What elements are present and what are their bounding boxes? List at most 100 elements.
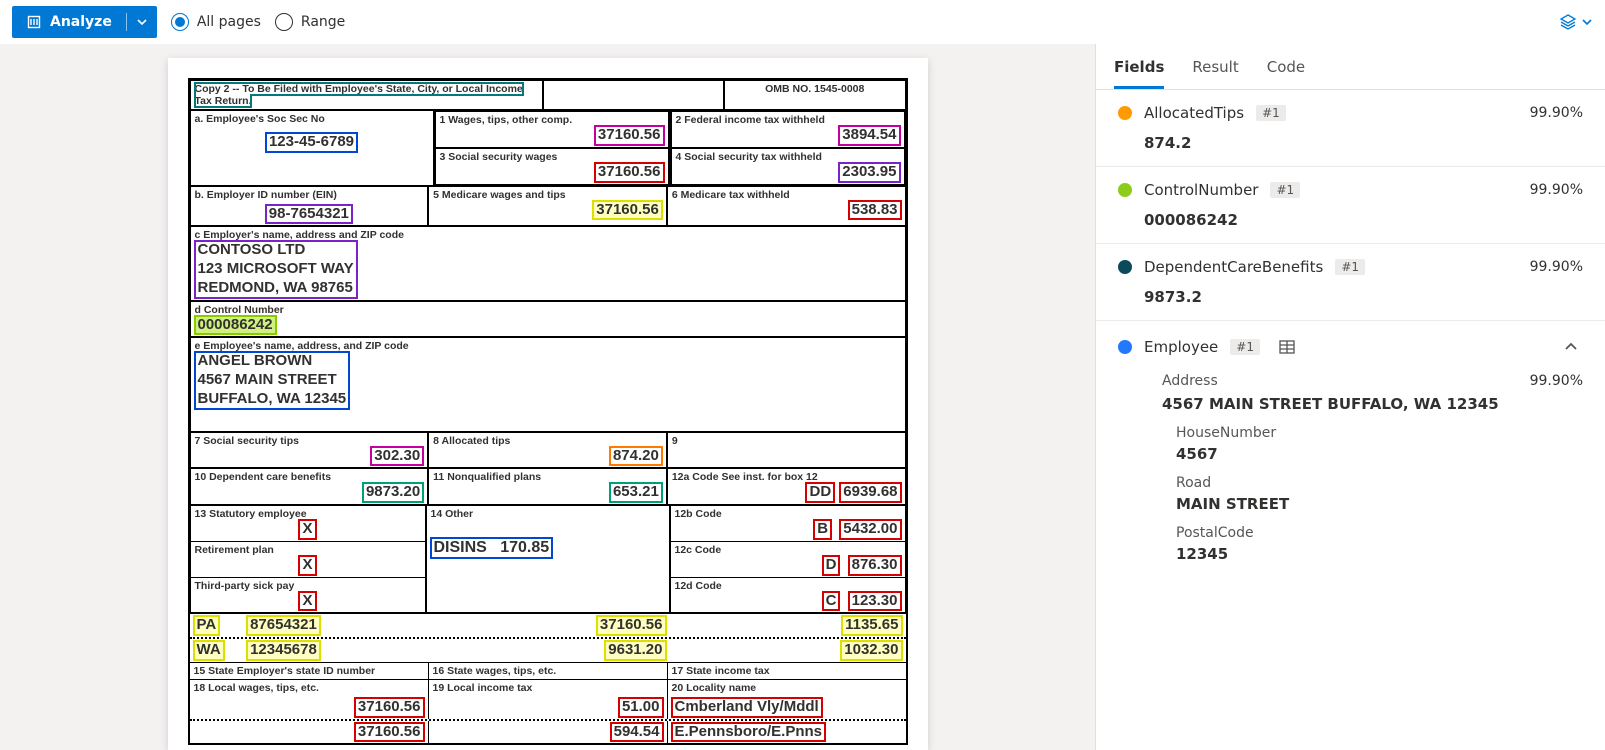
field-swatch [1118,106,1132,120]
box12b-value: 5432.00 [840,520,900,539]
subfield-address: Address 99.90% 4567 MAIN STREET BUFFALO,… [1162,373,1583,413]
layers-button[interactable] [1559,13,1593,31]
lbl15: 15 State Employer's state ID number [194,665,376,677]
radio-icon [171,13,189,31]
employee-label: e Employee's name, address, and ZIP code [195,340,901,352]
box1-value: 37160.56 [595,126,664,145]
field-controlnumber[interactable]: ControlNumber #1 99.90% 000086242 [1096,167,1605,244]
box12b-code: B [814,520,831,539]
employee-addr1: 4567 MAIN STREET [195,371,340,390]
field-name: Employee [1144,338,1218,356]
field-swatch [1118,183,1132,197]
employer-name: CONTOSO LTD [195,241,309,260]
state2-wages: 9631.20 [605,641,665,660]
field-employee[interactable]: Employee #1 Address 99.90% 4567 MA [1096,321,1605,577]
subfield-housenumber: HouseNumber 4567 [1176,425,1583,463]
box13-statutory-x: X [299,520,315,539]
box4-label: 4 Social security tax withheld [676,151,822,163]
box11-value: 653.21 [610,483,662,502]
state1-id: 87654321 [247,616,320,635]
box12c-label: 12c Code [675,544,722,556]
subfield-value: 12345 [1176,545,1583,563]
box2-label: 2 Federal income tax withheld [676,114,825,126]
state2-tax: 1032.30 [841,641,901,660]
collapse-button[interactable] [1559,335,1583,359]
subfield-road: Road MAIN STREET [1176,475,1583,513]
box13-sick: Third-party sick pay [195,580,295,592]
results-tabs: Fields Result Code [1096,44,1605,90]
field-swatch [1118,340,1132,354]
analyze-icon [26,14,42,30]
ssn-label: a. Employee's Soc Sec No [195,113,429,125]
employer-label: c Employer's name, address and ZIP code [195,229,901,241]
tab-result[interactable]: Result [1192,52,1238,89]
ein-value: 98-7654321 [266,205,352,224]
state2-id: 12345678 [247,641,320,660]
box1-label: 1 Wages, tips, other comp. [440,114,573,126]
document-page: Copy 2 -- To Be Filed with Employee's St… [168,58,928,750]
box12a-label: 12a Code See inst. for box 12 [672,471,818,483]
state1-st: PA [194,616,220,635]
field-name: AllocatedTips [1144,104,1244,122]
lbl20: 20 Locality name [672,682,757,694]
subfield-value: 4567 MAIN STREET BUFFALO, WA 12345 [1162,395,1583,413]
box14-code: DISINS [434,539,487,556]
field-badge: #1 [1335,259,1365,275]
box12c-value: 876.30 [849,556,901,575]
field-badge: #1 [1270,182,1300,198]
box12a-code: DD [806,483,834,502]
lbl19: 19 Local income tax [433,682,533,694]
box9-label: 9 [672,435,678,447]
results-panel: Fields Result Code AllocatedTips #1 99.9… [1095,44,1605,750]
document-canvas[interactable]: Copy 2 -- To Be Filed with Employee's St… [0,44,1095,750]
subfield-label: PostalCode [1176,525,1583,541]
tab-code[interactable]: Code [1267,52,1305,89]
field-name: ControlNumber [1144,181,1258,199]
state1-tax: 1135.65 [842,616,901,635]
radio-range[interactable]: Range [275,13,345,31]
employee-name: ANGEL BROWN [195,352,316,371]
field-swatch [1118,260,1132,274]
ein-label: b. Employer ID number (EIN) [195,189,424,201]
box3-label: 3 Social security wages [440,151,558,163]
analyze-button-label: Analyze [50,14,112,30]
local2-name: E.Pennsboro/E.Pnns [672,723,826,742]
local2-wages: 37160.56 [355,723,424,742]
toolbar: Analyze All pages Range [0,0,1605,44]
analyze-dropdown[interactable] [127,6,157,38]
field-badge: #1 [1256,105,1286,121]
analyze-button[interactable]: Analyze [12,6,157,38]
field-value: 9873.2 [1144,288,1583,306]
subfield-postalcode: PostalCode 12345 [1176,525,1583,563]
field-confidence: 99.90% [1530,105,1583,121]
box7-label: 7 Social security tips [195,435,299,447]
subfield-label: Road [1176,475,1583,491]
employee-addr2: BUFFALO, WA 12345 [195,390,350,409]
box14-value: 170.85 [500,539,549,556]
lbl17: 17 State income tax [672,665,770,677]
box8-label: 8 Allocated tips [433,435,510,447]
box12a-value: 6939.68 [840,483,900,502]
field-dependentcare[interactable]: DependentCareBenefits #1 99.90% 9873.2 [1096,244,1605,321]
subfield-value: 4567 [1176,445,1583,463]
field-allocatedtips[interactable]: AllocatedTips #1 99.90% 874.2 [1096,90,1605,167]
subfield-label: Address [1162,373,1218,389]
table-icon [1278,338,1296,356]
box12d-value: 123.30 [849,592,901,611]
form-copy-line: Copy 2 -- To Be Filed with Employee's St… [195,83,523,107]
fields-list[interactable]: AllocatedTips #1 99.90% 874.2 ControlNum… [1096,90,1605,750]
chevron-down-icon [1581,16,1593,28]
box4-value: 2303.95 [839,163,899,182]
radio-all-pages[interactable]: All pages [171,13,261,31]
box11-label: 11 Nonqualified plans [433,471,541,483]
box12b-label: 12b Code [675,508,722,520]
control-value: 000086242 [195,316,276,335]
radio-range-label: Range [301,14,345,30]
omb-label: OMB NO. 1545-0008 [765,83,864,95]
tab-fields[interactable]: Fields [1114,52,1164,89]
local2-tax: 594.54 [611,723,663,742]
box12d-label: 12d Code [675,580,722,592]
state1-wages: 37160.56 [597,616,666,635]
box8-value: 874.20 [610,447,662,466]
box10-value: 9873.20 [363,483,423,502]
